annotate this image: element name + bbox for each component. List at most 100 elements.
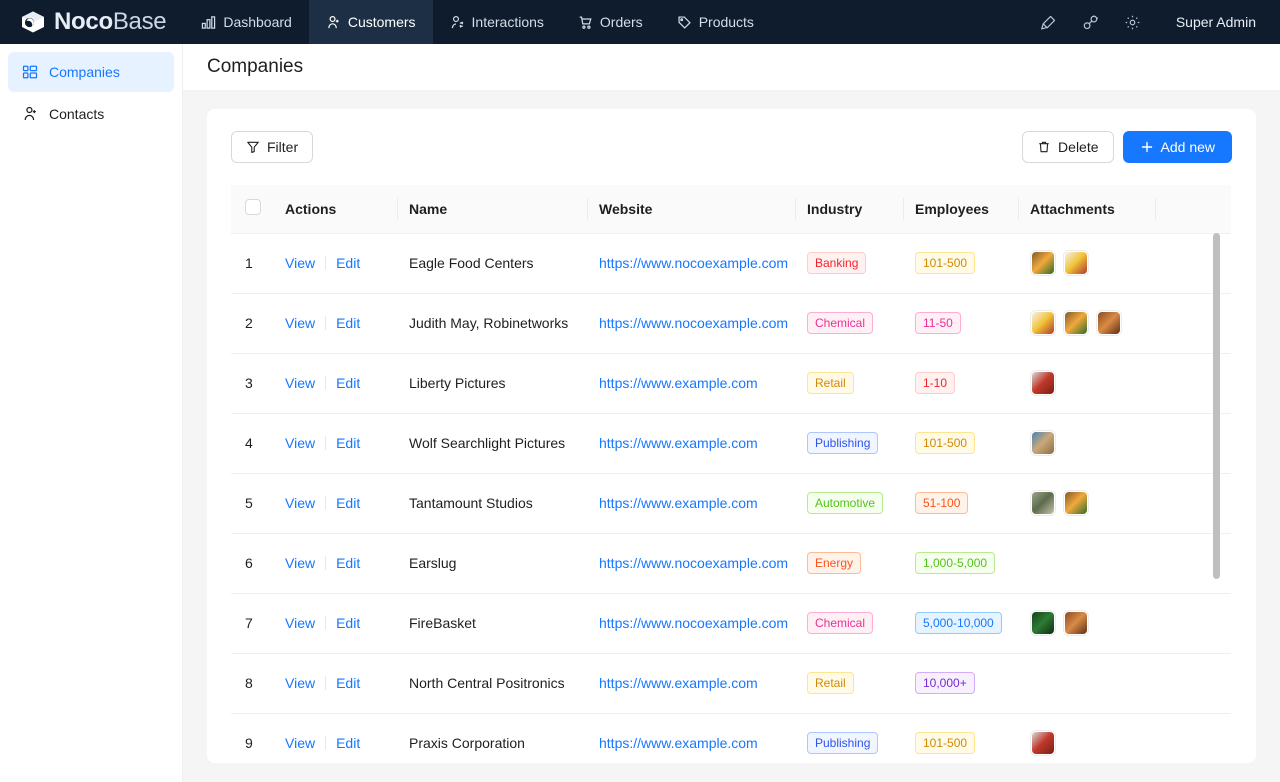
table-row[interactable]: 5 View Edit Tantamount Studios https://w… [231, 473, 1231, 533]
cell-spacer [1155, 593, 1231, 653]
row-actions: View Edit [273, 653, 397, 713]
plugin-icon[interactable] [1070, 0, 1112, 44]
citrus-grid-thumb[interactable] [1063, 250, 1089, 276]
edit-link[interactable]: Edit [336, 435, 360, 451]
table-row[interactable]: 3 View Edit Liberty Pictures https://www… [231, 353, 1231, 413]
website-link[interactable]: https://www.example.com [599, 735, 758, 751]
table-row[interactable]: 8 View Edit North Central Positronics ht… [231, 653, 1231, 713]
fruit-basket-thumb[interactable] [1063, 490, 1089, 516]
action-divider [325, 496, 326, 510]
highlighter-icon[interactable] [1028, 0, 1070, 44]
cell-industry: Publishing [795, 413, 903, 473]
view-link[interactable]: View [285, 735, 315, 751]
select-all-checkbox[interactable] [245, 199, 261, 215]
cell-employees: 1,000-5,000 [903, 533, 1018, 593]
red-berries-thumb[interactable] [1030, 370, 1056, 396]
view-link[interactable]: View [285, 555, 315, 571]
action-divider [325, 556, 326, 570]
edit-link[interactable]: Edit [336, 495, 360, 511]
primary-nav: Dashboard Customers Interactions [184, 0, 771, 44]
view-link[interactable]: View [285, 255, 315, 271]
website-link[interactable]: https://www.example.com [599, 435, 758, 451]
nav-item-interactions[interactable]: Interactions [433, 0, 561, 44]
red-berries-thumb[interactable] [1030, 730, 1056, 756]
edit-link[interactable]: Edit [336, 255, 360, 271]
website-link[interactable]: https://www.nocoexample.com [599, 255, 788, 271]
cell-name: Earslug [397, 533, 587, 593]
row-index: 2 [231, 293, 273, 353]
website-link[interactable]: https://www.nocoexample.com [599, 555, 788, 571]
table-row[interactable]: 6 View Edit Earslug https://www.nocoexam… [231, 533, 1231, 593]
edit-link[interactable]: Edit [336, 675, 360, 691]
sidebar-item-companies[interactable]: Companies [8, 52, 174, 92]
edit-link[interactable]: Edit [336, 735, 360, 751]
table-vertical-scrollbar[interactable] [1213, 233, 1220, 579]
nav-item-orders[interactable]: Orders [561, 0, 660, 44]
edit-link[interactable]: Edit [336, 315, 360, 331]
edit-link[interactable]: Edit [336, 555, 360, 571]
cell-attachments [1018, 593, 1155, 653]
tree-field-thumb[interactable] [1030, 490, 1056, 516]
row-index: 7 [231, 593, 273, 653]
view-link[interactable]: View [285, 375, 315, 391]
nav-item-customers[interactable]: Customers [309, 0, 433, 44]
citrus-grid-thumb[interactable] [1030, 310, 1056, 336]
view-link[interactable]: View [285, 675, 315, 691]
website-link[interactable]: https://www.nocoexample.com [599, 615, 788, 631]
website-link[interactable]: https://www.nocoexample.com [599, 315, 788, 331]
employees-tag: 101-500 [915, 432, 975, 454]
nav-item-dashboard[interactable]: Dashboard [184, 0, 309, 44]
brand-logo-area[interactable]: NocoBase [0, 0, 184, 44]
nav-item-products[interactable]: Products [660, 0, 771, 44]
table-row[interactable]: 9 View Edit Praxis Corporation https://w… [231, 713, 1231, 763]
edit-link[interactable]: Edit [336, 375, 360, 391]
table-scroll-region: Actions Name Website Industry Employees … [231, 185, 1232, 763]
cell-industry: Retail [795, 353, 903, 413]
table-row[interactable]: 2 View Edit Judith May, Robinetworks htt… [231, 293, 1231, 353]
sidebar-item-label: Companies [49, 64, 120, 80]
cell-employees: 51-100 [903, 473, 1018, 533]
website-link[interactable]: https://www.example.com [599, 375, 758, 391]
gear-icon[interactable] [1112, 0, 1154, 44]
attachment-list [1030, 310, 1143, 336]
tag-icon [677, 15, 692, 30]
column-header-attachments[interactable]: Attachments [1018, 185, 1155, 233]
companies-table: Actions Name Website Industry Employees … [231, 185, 1231, 763]
column-header-name[interactable]: Name [397, 185, 587, 233]
column-header-industry[interactable]: Industry [795, 185, 903, 233]
column-header-employees[interactable]: Employees [903, 185, 1018, 233]
view-link[interactable]: View [285, 495, 315, 511]
website-link[interactable]: https://www.example.com [599, 675, 758, 691]
green-leaves-thumb[interactable] [1030, 610, 1056, 636]
nav-label: Products [699, 14, 754, 30]
column-header-website[interactable]: Website [587, 185, 795, 233]
cell-website: https://www.example.com [587, 653, 795, 713]
view-link[interactable]: View [285, 615, 315, 631]
table-row[interactable]: 7 View Edit FireBasket https://www.nocoe… [231, 593, 1231, 653]
column-header-actions[interactable]: Actions [273, 185, 397, 233]
row-actions: View Edit [273, 593, 397, 653]
fruit-basket-thumb[interactable] [1063, 310, 1089, 336]
add-new-button[interactable]: Add new [1123, 131, 1232, 163]
view-link[interactable]: View [285, 435, 315, 451]
table-row[interactable]: 1 View Edit Eagle Food Centers https://w… [231, 233, 1231, 293]
user-menu[interactable]: Super Admin [1154, 14, 1264, 30]
cell-industry: Chemical [795, 593, 903, 653]
delete-button[interactable]: Delete [1022, 131, 1113, 163]
fruit-basket-thumb[interactable] [1030, 250, 1056, 276]
employees-tag: 51-100 [915, 492, 968, 514]
row-actions: View Edit [273, 353, 397, 413]
view-link[interactable]: View [285, 315, 315, 331]
sidebar-item-contacts[interactable]: Contacts [8, 94, 174, 134]
desert-sky-thumb[interactable] [1030, 430, 1056, 456]
website-link[interactable]: https://www.example.com [599, 495, 758, 511]
desert-dune-thumb[interactable] [1096, 310, 1122, 336]
chart-bar-icon [201, 15, 216, 30]
industry-tag: Retail [807, 372, 854, 394]
filter-button[interactable]: Filter [231, 131, 313, 163]
desert-dune-thumb[interactable] [1063, 610, 1089, 636]
table-row[interactable]: 4 View Edit Wolf Searchlight Pictures ht… [231, 413, 1231, 473]
edit-link[interactable]: Edit [336, 615, 360, 631]
cell-employees: 101-500 [903, 413, 1018, 473]
cell-attachments [1018, 653, 1155, 713]
